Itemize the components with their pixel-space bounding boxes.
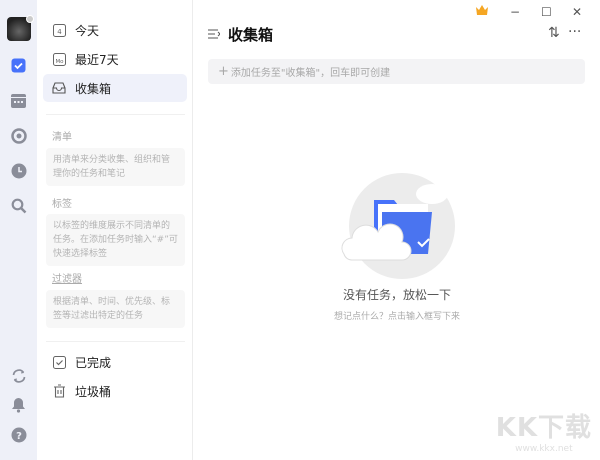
watermark-brand: KK下载 bbox=[495, 413, 592, 443]
sidebar-item-label: 垃圾桶 bbox=[75, 384, 112, 399]
sidebar-item-label: 最近7天 bbox=[75, 52, 119, 67]
clock-icon[interactable] bbox=[10, 162, 27, 179]
tags-section-title[interactable]: 标签 bbox=[52, 195, 72, 210]
trash-icon bbox=[52, 384, 66, 398]
sidebar-item-trash[interactable]: 垃圾桶 bbox=[43, 377, 187, 405]
add-task-placeholder: 添加任务至"收集箱"，回车即可创建 bbox=[230, 68, 391, 79]
sort-icon[interactable]: ⇅ bbox=[548, 25, 560, 41]
sidebar-item-label: 今天 bbox=[75, 23, 100, 38]
filters-hint: 根据清单、时间、优先级、标签等过滤出特定的任务 bbox=[46, 290, 185, 328]
inbox-icon bbox=[52, 81, 66, 95]
svg-text:Mo: Mo bbox=[55, 59, 64, 65]
crown-icon[interactable] bbox=[476, 4, 488, 18]
calendar-icon[interactable] bbox=[10, 92, 27, 109]
sidebar-toggle-icon[interactable] bbox=[208, 28, 221, 42]
sidebar-item-next-7-days[interactable]: Mo 最近7天 bbox=[43, 45, 187, 73]
lists-hint: 用清单来分类收集、组织和管理你的任务和笔记 bbox=[46, 148, 185, 186]
divider bbox=[46, 114, 185, 115]
tasks-checkbox-icon[interactable] bbox=[10, 57, 27, 74]
svg-text:?: ? bbox=[16, 431, 22, 442]
page-title: 收集箱 bbox=[228, 26, 274, 44]
completed-check-icon bbox=[52, 355, 66, 369]
lists-section-title[interactable]: 清单 bbox=[52, 128, 72, 143]
add-task-input[interactable]: + 添加任务至"收集箱"，回车即可创建 bbox=[208, 59, 585, 84]
main-panel: − ☐ ✕ 收集箱 ⇅ ··· + 添加任务至"收集箱"，回车即可创建 没有任务… bbox=[194, 0, 600, 460]
sync-icon[interactable] bbox=[10, 367, 27, 384]
sidebar-item-today[interactable]: 4 今天 bbox=[43, 16, 187, 44]
maximize-button[interactable]: ☐ bbox=[541, 5, 552, 19]
filters-section-title[interactable]: 过滤器 bbox=[52, 270, 82, 285]
sidebar-item-inbox[interactable]: 收集箱 bbox=[43, 74, 187, 102]
sidebar: 4 今天 Mo 最近7天 收集箱 清单 用清单来分类收集、组织和管理你的任务和笔… bbox=[37, 0, 193, 460]
close-button[interactable]: ✕ bbox=[572, 5, 582, 19]
calendar-day-icon: 4 bbox=[52, 23, 66, 37]
focus-target-icon[interactable] bbox=[10, 127, 27, 144]
watermark-url: www.kkx.net bbox=[515, 444, 573, 454]
sidebar-item-completed[interactable]: 已完成 bbox=[43, 348, 187, 376]
watermark: KK下载 www.kkx.net bbox=[496, 407, 592, 454]
help-icon[interactable]: ? bbox=[10, 426, 27, 443]
sidebar-item-label: 已完成 bbox=[75, 355, 112, 370]
divider bbox=[46, 341, 185, 342]
sidebar-item-label: 收集箱 bbox=[75, 81, 112, 96]
tags-hint: 以标签的维度展示不同清单的任务。在添加任务时输入“#”可快速选择标签 bbox=[46, 214, 185, 266]
minimize-button[interactable]: − bbox=[510, 5, 520, 19]
notification-bell-icon[interactable] bbox=[10, 396, 27, 413]
avatar-badge-icon bbox=[26, 15, 34, 23]
search-icon[interactable] bbox=[10, 197, 27, 214]
svg-text:4: 4 bbox=[57, 28, 62, 36]
calendar-week-icon: Mo bbox=[52, 52, 66, 66]
empty-illustration bbox=[334, 170, 464, 283]
left-rail: ? bbox=[0, 0, 37, 460]
more-options-icon[interactable]: ··· bbox=[568, 24, 581, 40]
empty-state-title: 没有任务，放松一下 bbox=[342, 288, 451, 302]
plus-icon: + bbox=[218, 64, 229, 79]
empty-state-subtitle: 想记点什么？点击输入框写下来 bbox=[333, 312, 460, 322]
